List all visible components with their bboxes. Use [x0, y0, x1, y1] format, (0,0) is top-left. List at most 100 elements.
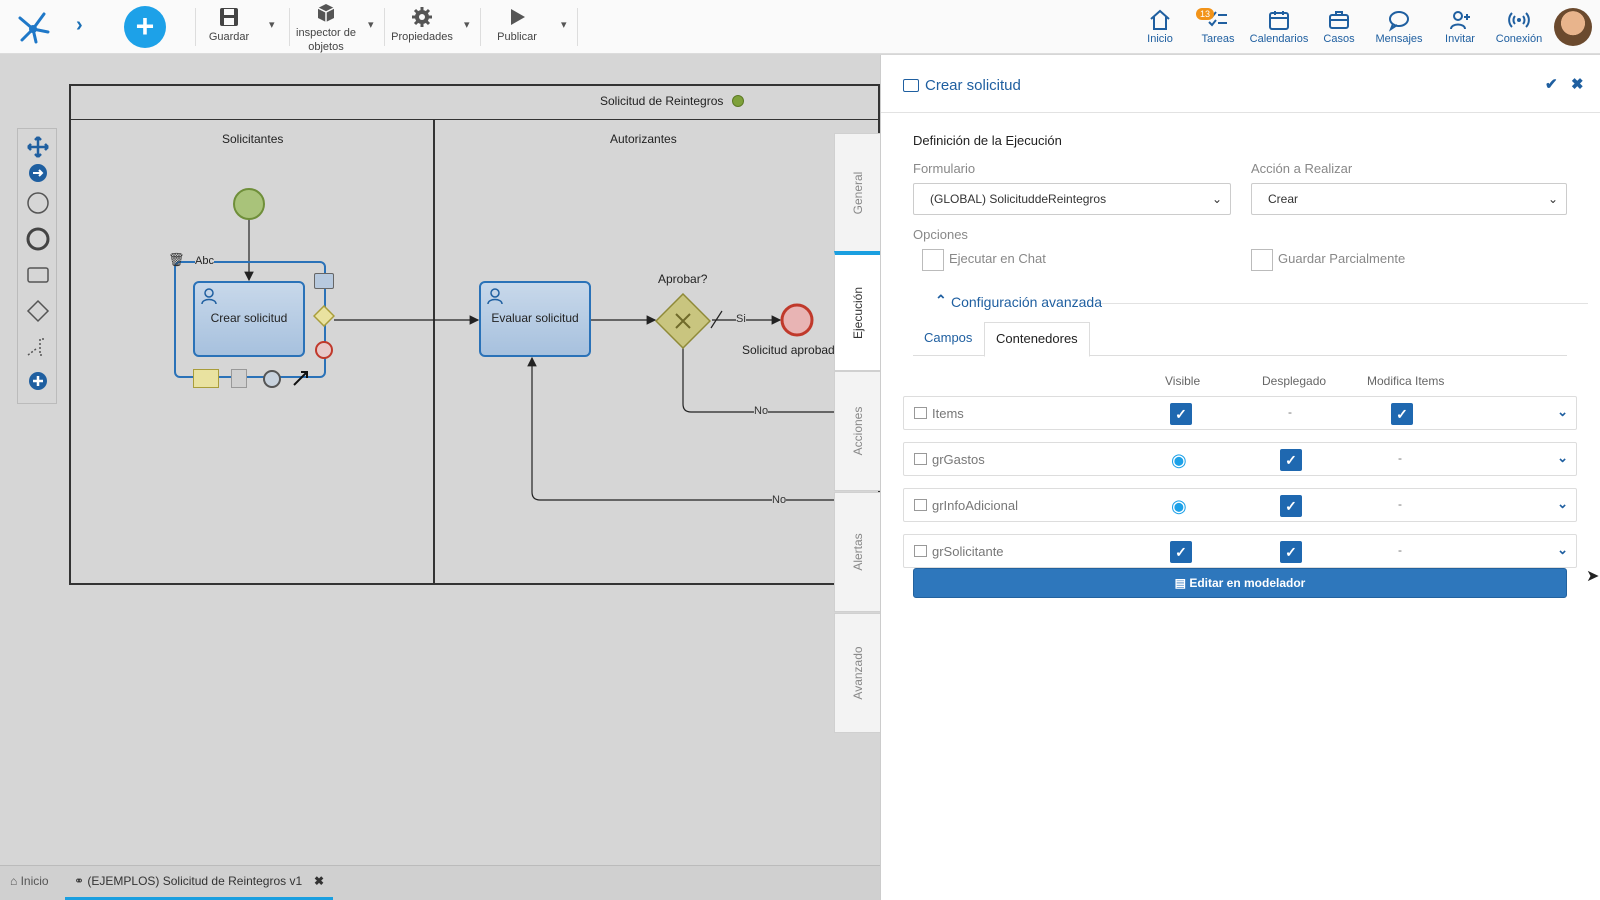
conditional-visibility-icon[interactable]: ◉ [1171, 496, 1187, 517]
nav-invite[interactable]: Invitar [1442, 8, 1478, 45]
task-crear-solicitud[interactable]: Crear solicitud [193, 281, 305, 357]
quick-connector-icon[interactable] [292, 369, 310, 387]
modify-items-checkbox[interactable]: ✓ [1391, 403, 1413, 425]
config-tabs: Campos Contenedores [913, 322, 1567, 357]
chevron-down-icon[interactable]: ⌄ [1557, 542, 1568, 558]
confirm-icon[interactable]: ✔ [1545, 75, 1558, 93]
chat-bubble-icon [1388, 11, 1409, 32]
tab-acciones-label: Acciones [850, 406, 865, 456]
tab-general[interactable]: General [834, 133, 880, 253]
execute-in-chat-checkbox[interactable] [922, 249, 944, 271]
tab-campos[interactable]: Campos [913, 322, 983, 356]
tab-ejecucion[interactable]: Ejecución [834, 251, 880, 371]
properties-panel: Crear solicitud ✔ ✖ Definición de la Eje… [880, 55, 1600, 900]
flow-label-no: No [772, 494, 787, 506]
task-evaluar-solicitud[interactable]: Evaluar solicitud [479, 281, 591, 357]
exclusive-gateway[interactable] [655, 293, 711, 349]
table-row[interactable]: Items ✓ - ✓ ⌄ [903, 396, 1577, 430]
mouse-cursor-icon: ➤ [1586, 568, 1600, 585]
text-annotation-label[interactable]: Abc [195, 255, 214, 267]
nav-calendars[interactable]: Calendarios [1248, 8, 1310, 45]
bottom-tab-home[interactable]: ⌂ Inicio [10, 874, 49, 888]
visible-checkbox[interactable]: ✓ [1170, 541, 1192, 563]
action-select-value: Crear [1268, 192, 1299, 206]
nav-connection[interactable]: Conexión [1494, 8, 1544, 45]
quick-data-object-shape[interactable] [231, 369, 247, 388]
end-event[interactable] [780, 303, 814, 337]
row-name: Items [932, 406, 964, 421]
quick-gateway-shape[interactable] [313, 305, 335, 327]
delete-icon[interactable]: 🗑 [168, 252, 185, 268]
home-icon [1150, 9, 1170, 30]
group-icon [914, 453, 927, 465]
chevron-down-icon[interactable]: ⌄ [1557, 450, 1568, 466]
visible-checkbox[interactable]: ✓ [1170, 403, 1192, 425]
col-modify-items: Modifica Items [1367, 374, 1445, 388]
save-partial-checkbox[interactable] [1251, 249, 1273, 271]
bottom-tab-bar: ⌂ Inicio ⚭ (EJEMPLOS) Solicitud de Reint… [0, 865, 880, 900]
tasks-count-badge: 13 [1196, 8, 1215, 20]
user-task-icon [487, 288, 503, 305]
conditional-visibility-icon[interactable]: ◉ [1171, 450, 1187, 471]
flow-label-no: No [754, 405, 769, 417]
user-avatar[interactable] [1554, 8, 1592, 46]
action-label: Acción a Realizar [1251, 161, 1353, 176]
quick-intermediate-event-shape[interactable] [262, 369, 282, 389]
nav-cases[interactable]: Casos [1322, 8, 1356, 45]
form-select[interactable]: (GLOBAL) SolicituddeReintegros ⌄ [913, 183, 1231, 215]
table-row[interactable]: grGastos ◉ ✓ - ⌄ [903, 442, 1577, 476]
deployed-checkbox[interactable]: ✓ [1280, 541, 1302, 563]
quick-annotation-shape[interactable] [193, 369, 219, 388]
add-user-icon [1450, 11, 1470, 30]
chevron-down-icon[interactable]: ⌄ [1557, 404, 1568, 420]
advanced-config-toggle[interactable]: Configuración avanzada [951, 294, 1102, 310]
nav-messages[interactable]: Mensajes [1374, 8, 1424, 45]
nav-home[interactable]: Inicio [1143, 8, 1177, 45]
chevron-down-icon[interactable]: ⌄ [1557, 496, 1568, 512]
calendar-icon [1269, 11, 1289, 30]
end-event-label: Solicitud aprobad [742, 343, 835, 357]
deployed-checkbox[interactable]: ✓ [1280, 449, 1302, 471]
nav-connection-label: Conexión [1495, 33, 1543, 45]
user-task-icon [201, 288, 217, 305]
bottom-tab-process[interactable]: ⚭ (EJEMPLOS) Solicitud de Reintegros v1 [74, 874, 302, 888]
gateway-label: Aprobar? [658, 272, 708, 286]
tab-alertas[interactable]: Alertas [834, 492, 880, 612]
quick-end-event-shape[interactable] [314, 340, 334, 360]
nav-cases-label: Casos [1323, 33, 1355, 45]
section-title: Definición de la Ejecución [913, 133, 1062, 148]
tab-contenedores[interactable]: Contenedores [984, 322, 1090, 357]
quick-task-shape[interactable] [314, 273, 334, 289]
process-icon: ⚭ [74, 874, 88, 888]
list-icon: ▤ [1174, 576, 1190, 590]
tab-ejecucion-label: Ejecución [850, 286, 865, 339]
nav-home-label: Inicio [1147, 33, 1173, 45]
task-icon [903, 79, 919, 92]
sequence-flows [244, 218, 836, 501]
start-event[interactable] [232, 187, 266, 221]
divider [1101, 303, 1588, 304]
close-tab-icon[interactable]: ✖ [314, 874, 324, 888]
group-icon [914, 499, 927, 511]
col-visible: Visible [1165, 374, 1201, 388]
modify-items-value: - [1398, 451, 1402, 465]
chevron-down-icon: ⌄ [1211, 192, 1222, 206]
deployed-checkbox[interactable]: ✓ [1280, 495, 1302, 517]
chevron-up-icon[interactable]: ⌃ [935, 292, 947, 309]
table-row[interactable]: grSolicitante ✓ ✓ - ⌄ [903, 534, 1577, 568]
table-row[interactable]: grInfoAdicional ◉ ✓ - ⌄ [903, 488, 1577, 522]
edit-in-modeler-button[interactable]: ▤ Editar en modelador [913, 568, 1567, 598]
action-select[interactable]: Crear ⌄ [1251, 183, 1567, 215]
nav-messages-label: Mensajes [1375, 33, 1423, 45]
tab-alertas-label: Alertas [850, 533, 865, 571]
edit-in-modeler-label: Editar en modelador [1189, 576, 1306, 590]
close-icon[interactable]: ✖ [1571, 75, 1584, 93]
col-deployed: Desplegado [1262, 374, 1327, 388]
task-label: Evaluar solicitud [491, 311, 579, 325]
home-icon: ⌂ [10, 874, 21, 888]
tab-avanzado[interactable]: Avanzado [834, 613, 880, 733]
tab-avanzado-label: Avanzado [850, 646, 865, 700]
panel-title: Crear solicitud [925, 77, 1021, 94]
tab-acciones[interactable]: Acciones [834, 371, 880, 491]
form-label: Formulario [913, 161, 976, 176]
